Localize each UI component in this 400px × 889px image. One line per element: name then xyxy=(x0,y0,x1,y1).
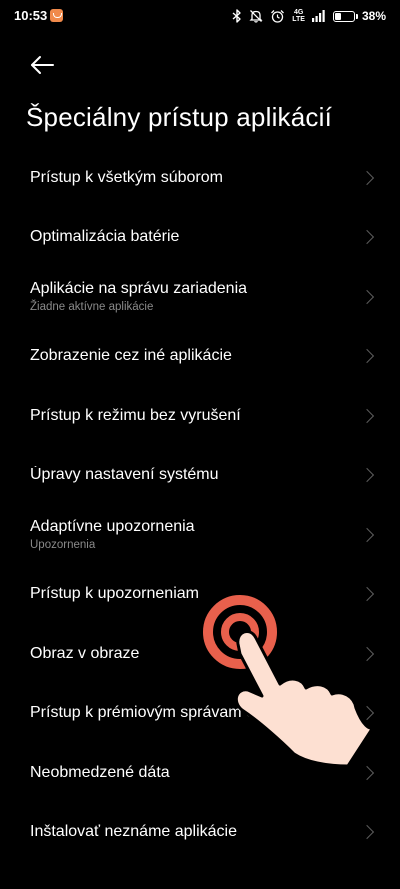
status-time: 10:53 xyxy=(14,8,48,23)
settings-item[interactable]: Prístup k režimu bez vyrušení xyxy=(0,386,400,446)
settings-item-title: Prístup k režimu bez vyrušení xyxy=(30,406,241,424)
settings-item[interactable]: Optimalizácia batérie xyxy=(0,208,400,268)
bluetooth-icon xyxy=(232,9,241,23)
settings-item[interactable]: Inštalovať neznáme aplikácie xyxy=(0,803,400,863)
alarm-clock-icon xyxy=(271,9,285,23)
status-icons: 4G LTE 38% xyxy=(232,6,386,26)
settings-item-title: Obraz v obraze xyxy=(30,644,140,662)
network-type: 4G LTE xyxy=(292,9,305,23)
settings-item-title: Prístup k všetkým súborom xyxy=(30,168,223,186)
settings-item-title: Optimalizácia batérie xyxy=(30,228,180,246)
settings-item-title: Prístup k prémiovým správam SMS xyxy=(30,704,281,722)
settings-item-title: Aplikácie na správu zariadenia xyxy=(30,280,248,298)
settings-item-title: Prístup k upozorneniam xyxy=(30,585,199,603)
settings-item[interactable]: Adaptívne upozornenia Upozornenia xyxy=(0,505,400,565)
page-title: Špeciálny prístup aplikácií xyxy=(26,102,332,132)
settings-item[interactable]: Prístup k upozorneniam xyxy=(0,565,400,625)
settings-list: Prístup k všetkým súborom Optimalizácia b… xyxy=(0,148,400,862)
signal-icon xyxy=(311,10,325,22)
app-notification-icon xyxy=(50,9,63,22)
battery-fill xyxy=(334,12,341,20)
network-type-top: 4G xyxy=(293,9,304,16)
settings-item[interactable]: Úpravy nastavení systému xyxy=(0,446,400,506)
settings-item[interactable]: Obraz v obraze xyxy=(0,624,400,684)
settings-item[interactable]: Prístup k prémiovým správam SMS xyxy=(0,684,400,744)
status-bar: 10:53 4G LTE 38% xyxy=(0,0,400,34)
battery-level: 38% xyxy=(361,9,386,23)
settings-item[interactable]: Prístup k všetkým súborom xyxy=(0,148,400,208)
back-button[interactable] xyxy=(22,49,62,81)
settings-item-title: Neobmedzené dáta xyxy=(30,763,170,781)
settings-item[interactable]: Neobmedzené dáta xyxy=(0,743,400,803)
back-arrow-icon xyxy=(31,56,54,74)
settings-item-title: Úpravy nastavení systému xyxy=(30,466,219,484)
settings-item-subtitle: Žiadne aktívne aplikácie xyxy=(30,301,154,314)
bell-muted-icon xyxy=(249,10,263,23)
settings-item[interactable]: Aplikácie na správu zariadenia Žiadne akt… xyxy=(0,267,400,327)
settings-item-subtitle: Upozornenia xyxy=(30,539,96,552)
network-type-bottom: LTE xyxy=(292,16,305,23)
settings-item-title: Zobrazenie cez iné aplikácie xyxy=(30,347,232,365)
settings-item-title: Inštalovať neznáme aplikácie xyxy=(30,823,238,841)
settings-item-title: Adaptívne upozornenia xyxy=(30,518,195,536)
settings-item[interactable]: Zobrazenie cez iné aplikácie xyxy=(0,327,400,387)
battery-icon xyxy=(332,10,358,22)
